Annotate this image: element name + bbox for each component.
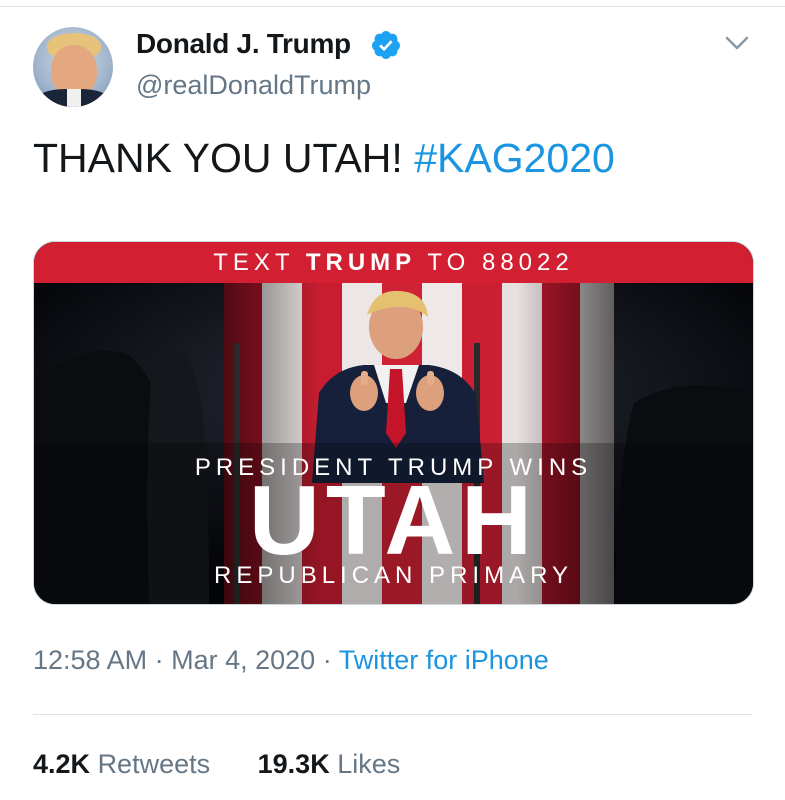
retweets-stat[interactable]: 4.2K Retweets xyxy=(33,749,210,780)
display-name[interactable]: Donald J. Trump xyxy=(136,28,351,60)
tweet-body: THANK YOU UTAH! xyxy=(33,135,403,181)
tweet-date[interactable]: Mar 4, 2020 xyxy=(171,645,315,675)
banner-prefix: TEXT xyxy=(213,249,295,276)
banner-suffix: TO 88022 xyxy=(427,249,574,276)
tweet-stats: 4.2K Retweets 19.3K Likes xyxy=(33,749,400,780)
banner-bold: TRUMP xyxy=(305,249,417,276)
tweet-text: THANK YOU UTAH! #KAG2020 xyxy=(33,135,615,182)
likes-label: Likes xyxy=(337,749,401,779)
headline-main: UTAH xyxy=(249,465,538,575)
user-handle[interactable]: @realDonaldTrump xyxy=(136,70,371,101)
avatar[interactable] xyxy=(33,27,113,107)
meta-separator-2: · xyxy=(322,645,332,675)
tweet-media-image[interactable]: TEXT TRUMP TO 88022 PRESIDENT TRUMP WINS… xyxy=(33,241,754,605)
avatar-shirt xyxy=(67,89,81,107)
retweets-label: Retweets xyxy=(97,749,211,779)
headline-bottom: REPUBLICAN PRIMARY xyxy=(214,562,573,589)
media-banner: TEXT TRUMP TO 88022 xyxy=(34,242,753,283)
tweet-time[interactable]: 12:58 AM xyxy=(33,645,147,675)
hashtag-link[interactable]: #KAG2020 xyxy=(414,135,615,181)
retweets-count: 4.2K xyxy=(33,749,91,779)
meta-separator: · xyxy=(154,645,164,675)
likes-stat[interactable]: 19.3K Likes xyxy=(258,749,401,780)
chevron-down-icon[interactable] xyxy=(722,30,752,56)
likes-count: 19.3K xyxy=(257,749,330,779)
top-divider xyxy=(0,6,785,7)
tweet-meta: 12:58 AM · Mar 4, 2020 · Twitter for iPh… xyxy=(33,645,549,676)
verified-badge-icon xyxy=(371,31,400,59)
source-link[interactable]: Twitter for iPhone xyxy=(339,645,549,675)
stats-divider xyxy=(33,714,752,715)
